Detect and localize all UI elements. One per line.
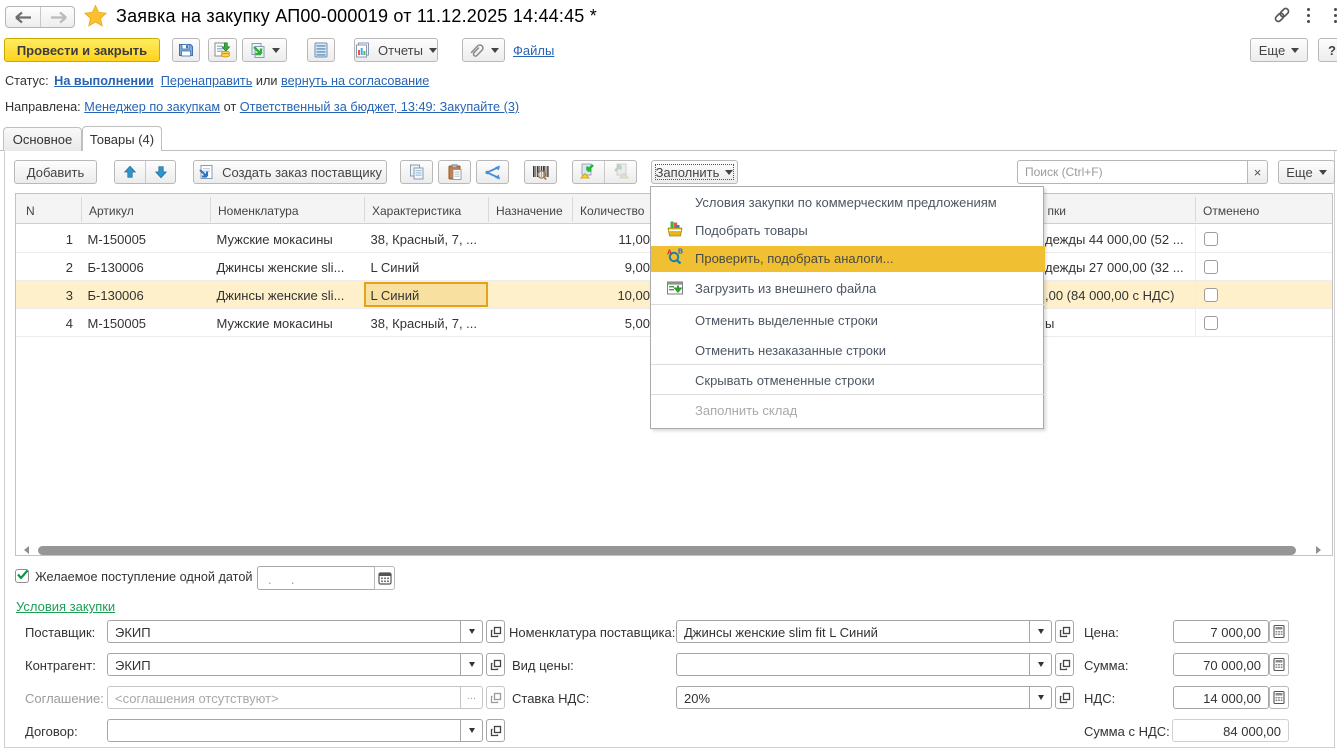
svg-text:A: A bbox=[667, 250, 672, 257]
svg-text:B: B bbox=[678, 249, 683, 256]
